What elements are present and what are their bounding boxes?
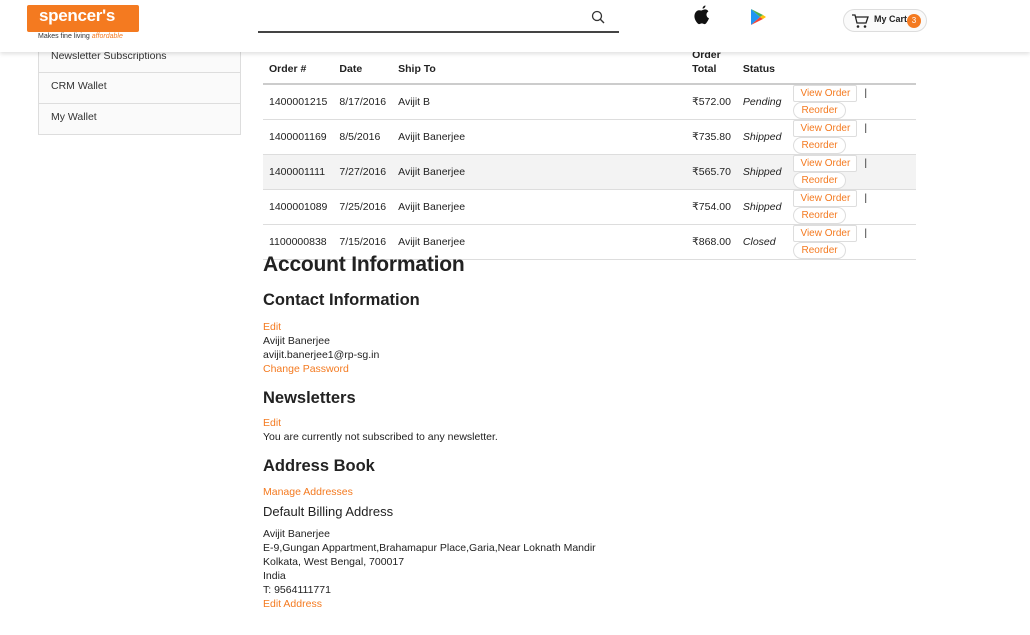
- account-information-section: Account Information Contact Information …: [263, 250, 763, 610]
- order-actions: View Order | Reorder: [787, 119, 916, 155]
- logo-badge: spencer's: [27, 5, 139, 32]
- newsletters-heading: Newsletters: [263, 389, 356, 407]
- spencers-logo[interactable]: spencer's Makes fine living affordable: [27, 5, 139, 43]
- billing-line1: E-9,Gungan Appartment,Brahamapur Place,G…: [263, 542, 596, 554]
- order-actions: View Order | Reorder: [787, 224, 916, 260]
- sidebar-item-crm-wallet[interactable]: CRM Wallet: [38, 73, 241, 104]
- reorder-button[interactable]: Reorder: [793, 137, 846, 154]
- logo-tagline: Makes fine living affordable: [38, 33, 123, 40]
- reorder-button[interactable]: Reorder: [793, 102, 846, 119]
- address-book-heading: Address Book: [263, 457, 375, 475]
- order-number: 1400001111: [263, 154, 334, 190]
- search-icon[interactable]: [591, 10, 605, 24]
- action-separator: |: [864, 87, 868, 99]
- view-order-button[interactable]: View Order: [793, 120, 858, 137]
- play-store-icon[interactable]: [750, 8, 767, 26]
- billing-line2: Kolkata, West Bengal, 700017: [263, 556, 405, 568]
- order-date: 7/27/2016: [333, 154, 393, 190]
- billing-phone: T: 9564111771: [263, 584, 331, 596]
- order-date: 7/25/2016: [333, 189, 393, 225]
- order-date: 8/17/2016: [333, 84, 393, 120]
- order-status: Shipped: [736, 154, 788, 190]
- col-order-total-line2: Total: [692, 63, 717, 75]
- sidebar-item-my-wallet[interactable]: My Wallet: [38, 104, 241, 135]
- order-number: 1400001215: [263, 84, 334, 120]
- recent-orders-table: Order # Date Ship To Order Total Status 1…: [263, 46, 916, 260]
- order-ship-to: Avijit B: [392, 84, 687, 120]
- order-status: Shipped: [736, 189, 788, 225]
- default-billing-heading: Default Billing Address: [263, 504, 394, 519]
- order-total: ₹565.70: [686, 154, 737, 190]
- table-row: 1400001089 7/25/2016 Avijit Banerjee ₹75…: [263, 189, 916, 225]
- billing-name: Avijit Banerjee: [263, 528, 330, 540]
- search-input[interactable]: [258, 6, 578, 30]
- order-date: 8/5/2016: [333, 119, 393, 155]
- view-order-button[interactable]: View Order: [793, 155, 858, 172]
- page-title: Account Information: [263, 253, 465, 276]
- cart-label: My Cart: [874, 14, 908, 24]
- reorder-button[interactable]: Reorder: [793, 242, 846, 259]
- order-ship-to: Avijit Banerjee: [392, 119, 687, 155]
- table-row: 1400001215 8/17/2016 Avijit B ₹572.00 Pe…: [263, 84, 916, 120]
- account-sidebar: Newsletter Subscriptions CRM Wallet My W…: [38, 42, 241, 135]
- search-bar: [258, 6, 619, 33]
- action-separator: |: [864, 227, 868, 239]
- cart-button[interactable]: My Cart 3: [843, 9, 927, 32]
- order-ship-to: Avijit Banerjee: [392, 154, 687, 190]
- reorder-button[interactable]: Reorder: [793, 172, 846, 189]
- cart-icon: [852, 14, 869, 28]
- edit-address-link[interactable]: Edit Address: [263, 598, 763, 610]
- contact-name: Avijit Banerjee: [263, 335, 330, 347]
- order-status: Shipped: [736, 119, 788, 155]
- order-status: Pending: [736, 84, 788, 120]
- logo-name: spencer's: [39, 6, 115, 25]
- cart-count-badge: 3: [907, 14, 921, 28]
- contact-information-heading: Contact Information: [263, 291, 420, 309]
- order-number: 1400001169: [263, 119, 334, 155]
- newsletter-status: You are currently not subscribed to any …: [263, 431, 498, 443]
- edit-contact-link[interactable]: Edit: [263, 321, 763, 333]
- edit-newsletters-link[interactable]: Edit: [263, 417, 763, 429]
- order-total: ₹572.00: [686, 84, 737, 120]
- view-order-button[interactable]: View Order: [793, 85, 858, 102]
- table-row: 1400001111 7/27/2016 Avijit Banerjee ₹56…: [263, 154, 916, 190]
- order-total: ₹754.00: [686, 189, 737, 225]
- manage-addresses-link[interactable]: Manage Addresses: [263, 486, 763, 498]
- reorder-button[interactable]: Reorder: [793, 207, 846, 224]
- action-separator: |: [864, 157, 868, 169]
- order-total: ₹735.80: [686, 119, 737, 155]
- order-number: 1400001089: [263, 189, 334, 225]
- billing-country: India: [263, 570, 286, 582]
- view-order-button[interactable]: View Order: [793, 190, 858, 207]
- order-ship-to: Avijit Banerjee: [392, 189, 687, 225]
- site-header: spencer's Makes fine living affordable M…: [0, 0, 1030, 52]
- order-actions: View Order | Reorder: [787, 189, 916, 225]
- action-separator: |: [864, 122, 868, 134]
- apple-icon[interactable]: [693, 5, 711, 25]
- order-actions: View Order | Reorder: [787, 84, 916, 120]
- order-actions: View Order | Reorder: [787, 154, 916, 190]
- change-password-link[interactable]: Change Password: [263, 363, 763, 375]
- view-order-button[interactable]: View Order: [793, 225, 858, 242]
- contact-email: avijit.banerjee1@rp-sg.in: [263, 349, 380, 361]
- action-separator: |: [864, 192, 868, 204]
- table-row: 1400001169 8/5/2016 Avijit Banerjee ₹735…: [263, 119, 916, 155]
